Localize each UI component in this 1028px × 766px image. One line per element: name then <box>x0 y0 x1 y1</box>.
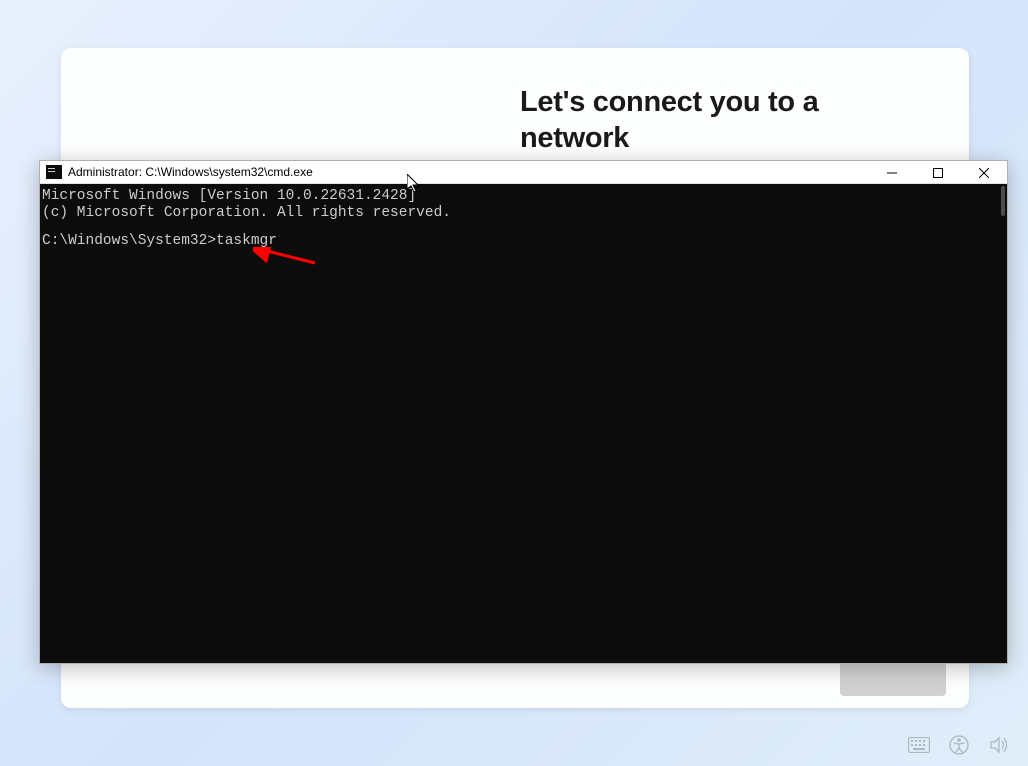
terminal-scrollbar[interactable] <box>990 184 1007 663</box>
minimize-button[interactable] <box>869 161 915 184</box>
maximize-button[interactable] <box>915 161 961 184</box>
keyboard-icon[interactable] <box>908 734 930 756</box>
window-title: Administrator: C:\Windows\system32\cmd.e… <box>68 165 313 179</box>
terminal-body[interactable]: Microsoft Windows [Version 10.0.22631.24… <box>40 184 1007 663</box>
volume-icon[interactable] <box>988 734 1010 756</box>
window-titlebar[interactable]: Administrator: C:\Windows\system32\cmd.e… <box>40 161 1007 184</box>
terminal-copyright-line: (c) Microsoft Corporation. All rights re… <box>42 205 1005 222</box>
terminal-version-line: Microsoft Windows [Version 10.0.22631.24… <box>42 188 1005 205</box>
cmd-icon <box>46 165 62 179</box>
window-controls <box>869 161 1007 184</box>
terminal-prompt-line: C:\Windows\System32>taskmgr <box>42 233 1005 250</box>
system-tray <box>908 734 1010 756</box>
close-button[interactable] <box>961 161 1007 184</box>
accessibility-icon[interactable] <box>948 734 970 756</box>
cmd-window: Administrator: C:\Windows\system32\cmd.e… <box>39 160 1008 664</box>
oobe-next-button[interactable] <box>840 662 946 696</box>
terminal-prompt: C:\Windows\System32> <box>42 233 216 249</box>
scrollbar-thumb[interactable] <box>1001 186 1005 216</box>
oobe-heading: Let's connect you to a network <box>520 84 818 157</box>
terminal-command: taskmgr <box>216 233 277 249</box>
